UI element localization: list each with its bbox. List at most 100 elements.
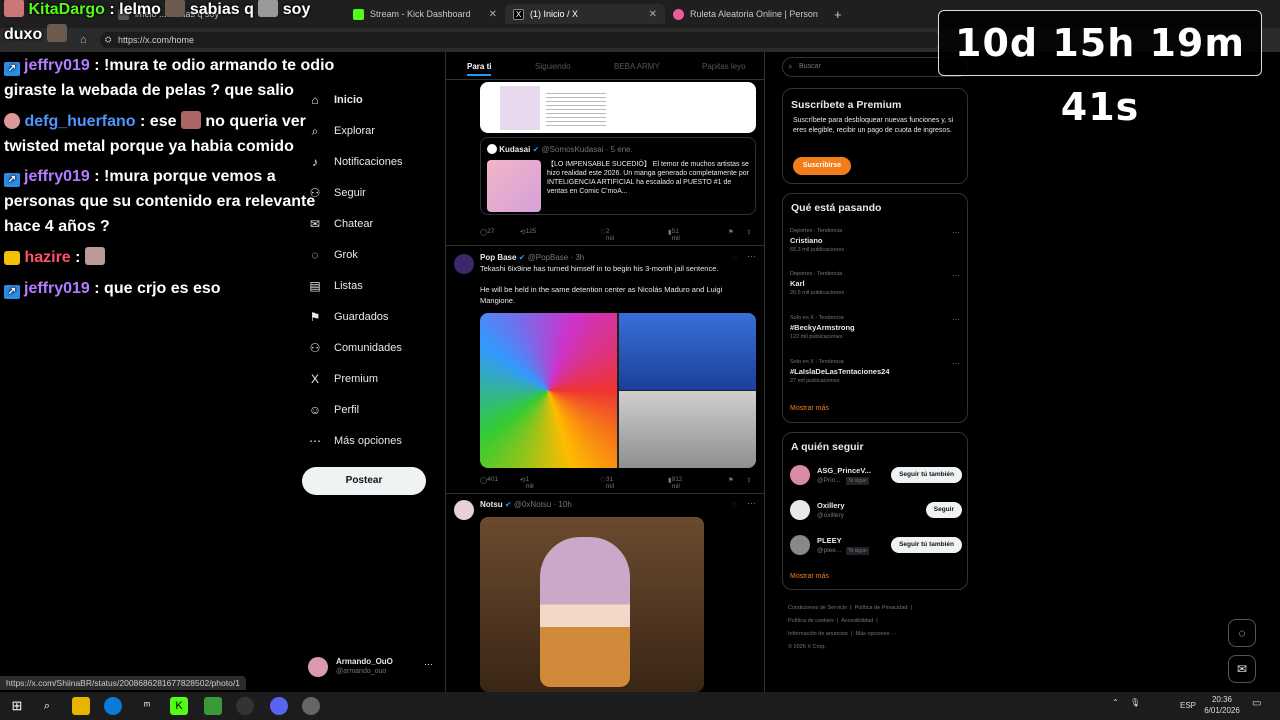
repost-button[interactable]: ⟲ 125 bbox=[520, 228, 536, 236]
grok-float-button[interactable]: ◌ bbox=[1228, 619, 1256, 647]
follow-back-button[interactable]: Seguir tú también bbox=[891, 467, 962, 483]
more-icon[interactable]: ⋯ bbox=[952, 228, 960, 237]
show-more-link[interactable]: Mostrar más bbox=[790, 573, 829, 580]
nav-item-more[interactable]: ⋯ Más opciones bbox=[308, 431, 402, 451]
grok-icon[interactable]: ◌ bbox=[732, 500, 737, 509]
windows-start-icon[interactable]: ⊞ bbox=[8, 697, 26, 715]
search-icon[interactable]: ⌕ bbox=[38, 697, 56, 715]
language-indicator[interactable]: ESP bbox=[1180, 701, 1196, 710]
share-icon[interactable]: ⇪ bbox=[746, 476, 751, 484]
app-icon[interactable]: ᵐ bbox=[138, 697, 156, 715]
trend-meta: Deportes · Tendencia bbox=[790, 228, 843, 234]
subscribe-button[interactable]: Suscribirse bbox=[793, 157, 851, 175]
tray-arrow-icon[interactable]: ⌃ bbox=[1112, 698, 1119, 707]
post-button[interactable]: Postear bbox=[302, 467, 426, 495]
anime-character-image bbox=[540, 537, 630, 687]
trend-meta: Solo en X · Tendencia bbox=[790, 315, 844, 321]
more-icon[interactable]: ⋯ bbox=[952, 271, 960, 280]
more-icon[interactable]: ⋯ bbox=[424, 659, 433, 670]
tweet-media-grid[interactable] bbox=[480, 313, 756, 468]
follow-back-button[interactable]: Seguir tú también bbox=[891, 537, 962, 553]
footer-link[interactable]: Más opciones ··· bbox=[855, 631, 896, 637]
timeline-tabs: Para ti Siguiendo BEBA ARMY Papitas leyo bbox=[446, 52, 764, 80]
discord-icon[interactable] bbox=[270, 697, 288, 715]
nav-item-premium[interactable]: X Premium bbox=[308, 369, 378, 389]
bookmark-icon[interactable]: ⚑ bbox=[728, 476, 734, 484]
grok-icon[interactable]: ◌ bbox=[732, 253, 737, 262]
edge-icon[interactable] bbox=[104, 697, 122, 715]
footer-link[interactable]: Política de Privacidad bbox=[855, 605, 908, 611]
reply-button[interactable]: ◯ 401 bbox=[480, 476, 498, 484]
file-explorer-icon[interactable] bbox=[72, 697, 90, 715]
messages-float-button[interactable]: ✉ bbox=[1228, 655, 1256, 683]
follow-suggestion[interactable]: PLEEY @plee... Te sigue Seguir tú tambié… bbox=[790, 533, 962, 559]
communities-icon: ⚇ bbox=[309, 341, 321, 355]
quoted-tweet[interactable]: Kudasai ✔ @SomosKudasai · 5 ene. 【LO IMP… bbox=[480, 137, 756, 215]
chat-text: duxo bbox=[4, 26, 43, 43]
trend-meta: Solo en X · Tendencia bbox=[790, 359, 844, 365]
browser-tab-ruleta[interactable]: Ruleta Aleatoria Online | Person ✕ bbox=[665, 4, 825, 24]
profile-name: Armando_OuO bbox=[336, 657, 393, 666]
photo-bottom-right[interactable] bbox=[619, 391, 756, 468]
bookmark-icon[interactable]: ⚑ bbox=[728, 228, 734, 236]
like-button[interactable]: ♡ 2 mil bbox=[600, 228, 614, 242]
trend-item[interactable]: Solo en X · Tendencia #BeckyArmstrong 12… bbox=[790, 315, 962, 351]
browser-tab-kick[interactable]: Stream - Kick Dashboard ✕ bbox=[345, 4, 505, 24]
follow-suggestion[interactable]: Oxillery @oxillery Seguir bbox=[790, 498, 962, 524]
repost-button[interactable]: ⟲ 1 mil bbox=[520, 476, 534, 490]
account-switcher[interactable]: Armando_OuO @armando_ouo ⋯ bbox=[308, 655, 438, 681]
minecraft-icon[interactable] bbox=[204, 697, 222, 715]
nav-item-profile[interactable]: ☺ Perfil bbox=[308, 400, 359, 420]
footer-link[interactable]: Política de cookies bbox=[788, 618, 834, 624]
footer-link[interactable]: Condiciones de Servicio bbox=[788, 605, 847, 611]
notification-icon[interactable]: ▭ bbox=[1252, 698, 1261, 709]
close-tab-icon[interactable]: ✕ bbox=[489, 9, 497, 20]
close-tab-icon[interactable]: ✕ bbox=[824, 9, 825, 20]
repost-count: 1 mil bbox=[525, 476, 534, 490]
browser-tab-x[interactable]: X (1) Inicio / X ✕ bbox=[505, 4, 665, 24]
trend-item[interactable]: Deportes · Tendencia Cristiano 65,3 mil … bbox=[790, 228, 962, 264]
more-icon[interactable]: ⋯ bbox=[747, 498, 756, 509]
home-timeline: Para ti Siguiendo BEBA ARMY Papitas leyo… bbox=[445, 52, 765, 692]
follow-button[interactable]: Seguir bbox=[925, 502, 962, 518]
nav-item-bookmarks[interactable]: ⚑ Guardados bbox=[308, 307, 389, 327]
share-icon[interactable]: ⇪ bbox=[746, 228, 751, 236]
close-tab-icon[interactable]: ✕ bbox=[649, 9, 657, 20]
clock-date[interactable]: 6/01/2026 bbox=[1200, 706, 1244, 715]
clock-time[interactable]: 20:36 bbox=[1204, 695, 1240, 704]
mic-icon[interactable]: 🎙 bbox=[1130, 698, 1140, 707]
like-count: 2 mil bbox=[605, 228, 615, 242]
app-icon[interactable] bbox=[302, 697, 320, 715]
photo-left[interactable] bbox=[480, 313, 617, 468]
tweet-image[interactable] bbox=[480, 82, 756, 133]
crown-badge-icon bbox=[4, 251, 20, 265]
kick-badge-icon: ↗ bbox=[4, 173, 20, 187]
tab-following[interactable]: Siguiendo bbox=[535, 62, 571, 71]
show-more-link[interactable]: Mostrar más bbox=[790, 405, 829, 412]
new-tab-button[interactable]: + bbox=[826, 4, 850, 24]
follow-suggestion[interactable]: ASG_PrinceV... @Prin... Te sigue Seguir … bbox=[790, 463, 962, 489]
more-icon[interactable]: ⋯ bbox=[747, 251, 756, 262]
tab-for-you[interactable]: Para ti bbox=[467, 62, 492, 76]
chat-message: ↗ jeffry019 : !mura porque vemos a person… bbox=[4, 164, 344, 239]
trend-item[interactable]: Solo en X · Tendencia #LaIslaDeLasTentac… bbox=[790, 359, 962, 395]
trend-item[interactable]: Deportes · Tendencia Karl 26,5 mil publi… bbox=[790, 271, 962, 307]
like-button[interactable]: ♡ 31 mil bbox=[600, 476, 614, 490]
tweet-media[interactable] bbox=[480, 517, 704, 692]
photo-top-right[interactable] bbox=[619, 313, 756, 390]
quoted-image bbox=[487, 160, 541, 212]
tab-beba-army[interactable]: BEBA ARMY bbox=[614, 62, 660, 71]
kick-icon[interactable]: K bbox=[170, 697, 188, 715]
nav-item-communities[interactable]: ⚇ Comunidades bbox=[308, 338, 402, 358]
footer-link[interactable]: Accesibilidad bbox=[841, 618, 873, 624]
footer-link[interactable]: Información de anuncios bbox=[788, 631, 848, 637]
more-icon[interactable]: ⋯ bbox=[952, 359, 960, 368]
views-button[interactable]: ▮ 912 mil bbox=[668, 476, 682, 490]
reply-button[interactable]: ◯ 27 bbox=[480, 228, 495, 236]
obs-icon[interactable] bbox=[236, 697, 254, 715]
views-button[interactable]: ▮ 51 mil bbox=[668, 228, 680, 242]
trend-count: 26,5 mil publicaciones bbox=[790, 290, 845, 296]
tab-papitas[interactable]: Papitas leyo bbox=[702, 62, 746, 71]
more-icon[interactable]: ⋯ bbox=[952, 315, 960, 324]
nav-label: Comunidades bbox=[334, 342, 402, 354]
